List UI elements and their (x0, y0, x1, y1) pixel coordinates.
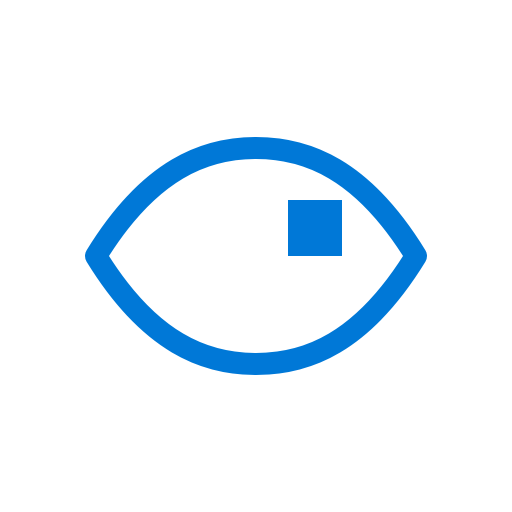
icon-canvas (0, 0, 512, 512)
eye-outline (85, 137, 427, 375)
eye-icon (85, 137, 427, 375)
eye-highlight-square (288, 200, 342, 256)
